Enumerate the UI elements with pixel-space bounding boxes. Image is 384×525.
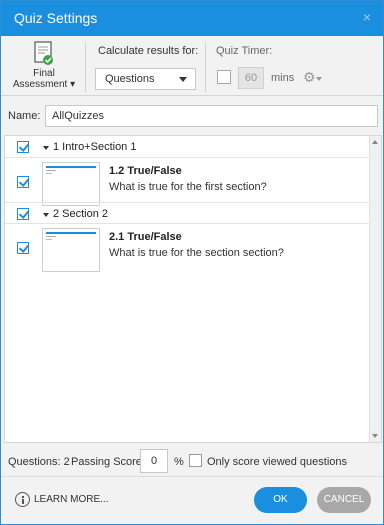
name-input[interactable]	[45, 105, 378, 127]
calculate-results-label: Calculate results for:	[98, 45, 199, 57]
slide-checkbox[interactable]	[17, 176, 29, 188]
passing-score-label: Passing Score:	[71, 456, 145, 468]
quiz-timer-input[interactable]: 60	[238, 67, 264, 89]
close-icon[interactable]: ×	[363, 9, 371, 25]
info-icon	[15, 492, 30, 507]
questions-count: Questions: 2	[8, 456, 70, 468]
divider	[1, 476, 383, 477]
list-item: 2.1 True/False What is true for the sect…	[5, 225, 369, 272]
final-assessment-button[interactable]: Final Assessment ▾	[9, 40, 79, 94]
question-list: 1 Intro+Section 1 1.2 True/False What is…	[4, 135, 382, 443]
chevron-down-icon	[179, 77, 187, 82]
quiz-settings-dialog: Quiz Settings × Final Assessment ▾ Calcu…	[0, 0, 384, 525]
final-assessment-label-line1: Final	[33, 68, 55, 79]
ok-button[interactable]: OK	[254, 487, 307, 513]
scroll-down-icon[interactable]	[372, 434, 378, 438]
timer-unit-label: mins	[271, 72, 295, 84]
gear-icon[interactable]: ⚙	[303, 69, 316, 86]
gear-dropdown-caret-icon[interactable]	[316, 77, 322, 81]
dialog-title: Quiz Settings	[14, 10, 98, 26]
list-item: 1.2 True/False What is true for the firs…	[5, 159, 369, 206]
learn-more-label: LEARN MORE...	[34, 494, 109, 505]
slide-question: What is true for the section section?	[109, 247, 284, 259]
toolbar-divider	[205, 42, 206, 92]
final-assessment-label-line2: Assessment ▾	[12, 79, 76, 90]
collapse-triangle-icon[interactable]	[43, 146, 49, 150]
cancel-button[interactable]: CANCEL	[317, 487, 371, 513]
score-settings-row: Questions: 2 Passing Score: % Only score…	[1, 447, 383, 473]
quiz-timer-label: Quiz Timer:	[216, 45, 273, 57]
slide-thumbnail	[42, 228, 100, 272]
section-row: 1 Intro+Section 1	[5, 136, 369, 158]
percent-label: %	[174, 456, 184, 468]
toolbar: Final Assessment ▾ Calculate results for…	[1, 36, 383, 96]
name-label: Name:	[8, 110, 41, 122]
toolbar-divider	[85, 42, 86, 92]
calculate-results-dropdown[interactable]: Questions	[95, 68, 196, 90]
title-bar: Quiz Settings ×	[1, 1, 383, 36]
slide-question: What is true for the first section?	[109, 181, 267, 193]
vertical-scrollbar[interactable]	[369, 136, 381, 442]
slide-title: 2.1 True/False	[109, 231, 182, 243]
quiz-timer-checkbox[interactable]	[217, 70, 231, 84]
scroll-up-icon[interactable]	[372, 140, 378, 144]
only-viewed-checkbox[interactable]	[189, 454, 202, 467]
section-checkbox[interactable]	[17, 141, 29, 153]
slide-thumbnail	[42, 162, 100, 206]
section-title: 2 Section 2	[53, 208, 109, 220]
section-checkbox[interactable]	[17, 208, 29, 220]
slide-checkbox[interactable]	[17, 242, 29, 254]
section-row: 2 Section 2	[5, 202, 369, 224]
calculate-results-value: Questions	[105, 73, 155, 85]
name-row: Name:	[1, 101, 383, 131]
passing-score-input[interactable]	[140, 449, 168, 473]
only-viewed-label: Only score viewed questions	[207, 456, 348, 468]
assessment-icon	[34, 41, 53, 65]
slide-title: 1.2 True/False	[109, 165, 182, 177]
section-title: 1 Intro+Section 1	[53, 141, 137, 153]
collapse-triangle-icon[interactable]	[43, 213, 49, 217]
